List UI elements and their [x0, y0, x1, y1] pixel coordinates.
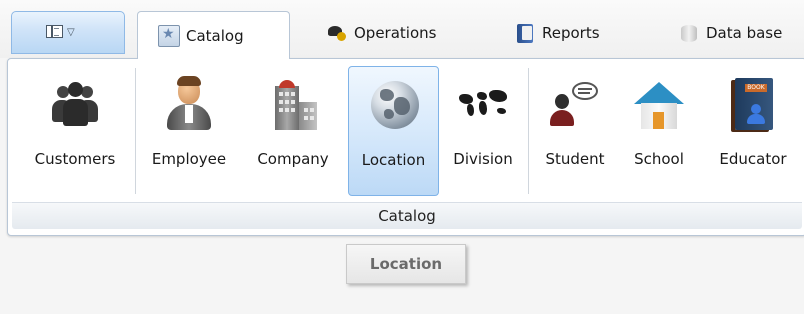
school-icon: [631, 76, 687, 132]
tab-label: Reports: [542, 23, 600, 42]
location-button[interactable]: Location: [348, 66, 439, 196]
button-label: School: [634, 150, 684, 168]
tab-database[interactable]: Data base: [658, 11, 804, 54]
database-icon: [678, 22, 700, 44]
group-separator: [135, 68, 136, 194]
educator-button[interactable]: BOOK Educator: [703, 66, 803, 196]
panel-layout-icon: [46, 25, 63, 38]
tab-label: Catalog: [186, 26, 244, 45]
customers-button[interactable]: Customers: [16, 66, 134, 196]
reports-icon: [514, 22, 536, 44]
application-menu-button[interactable]: ▽: [11, 11, 125, 54]
button-label: Company: [257, 150, 329, 168]
button-label: Location: [361, 151, 426, 169]
button-label: Educator: [719, 150, 787, 168]
student-button[interactable]: Student: [532, 66, 618, 196]
group-separator: [528, 68, 529, 194]
customers-icon: [47, 76, 103, 132]
tab-catalog[interactable]: Catalog: [137, 11, 290, 59]
catalog-icon: [158, 24, 180, 47]
school-button[interactable]: School: [623, 66, 695, 196]
world-map-icon: [455, 76, 511, 132]
tab-label: Operations: [354, 23, 437, 42]
company-button[interactable]: Company: [245, 66, 341, 196]
button-label: Customers: [34, 150, 116, 168]
employee-icon: [161, 76, 217, 132]
student-icon: [547, 76, 603, 132]
division-button[interactable]: Division: [443, 66, 523, 196]
globe-icon: [366, 77, 422, 133]
company-icon: [265, 76, 321, 132]
educator-icon: BOOK: [725, 76, 781, 132]
operations-icon: [326, 22, 348, 44]
ribbon-group-caption: Catalog: [12, 202, 802, 229]
tab-label: Data base: [706, 23, 783, 42]
button-label: Student: [545, 150, 605, 168]
tab-operations[interactable]: Operations: [306, 11, 476, 54]
ribbon-group-catalog: Customers Employee Company Location Divi…: [8, 59, 804, 235]
tooltip: Location: [346, 244, 466, 284]
ribbon-panel: Customers Employee Company Location Divi…: [7, 58, 804, 236]
button-label: Division: [453, 150, 513, 168]
tab-reports[interactable]: Reports: [494, 11, 644, 54]
ribbon-tab-strip: ▽ Catalog Operations Reports Data base: [0, 0, 804, 59]
employee-button[interactable]: Employee: [139, 66, 239, 196]
button-label: Employee: [151, 150, 227, 168]
chevron-down-icon: ▽: [67, 27, 75, 38]
